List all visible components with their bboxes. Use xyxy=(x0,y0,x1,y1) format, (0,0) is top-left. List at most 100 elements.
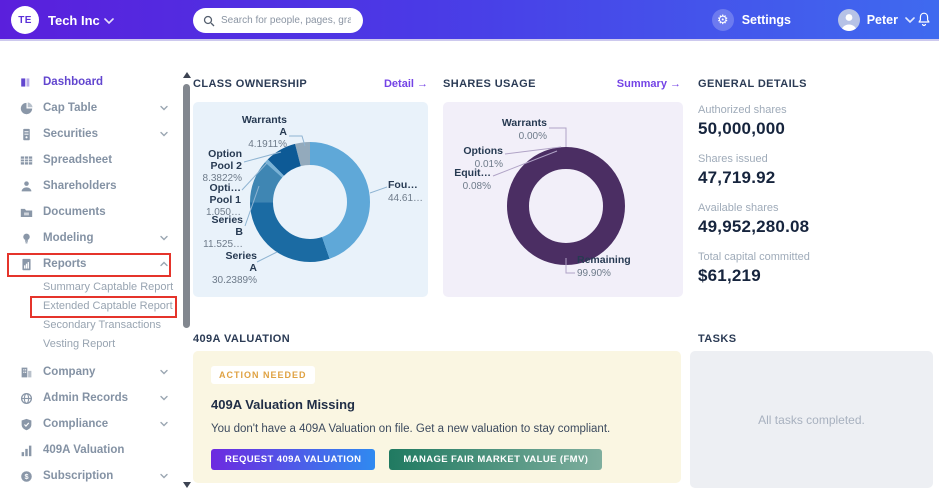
settings-button[interactable]: ⚙ Settings xyxy=(712,9,791,31)
detail-label: Authorized shares xyxy=(698,104,933,116)
class-ownership-panel: Warrants A 4.1911% Option Pool 2 8.3822%… xyxy=(193,102,428,297)
search-icon xyxy=(203,15,215,27)
sidebar-subitem-label: Secondary Transactions xyxy=(43,319,161,331)
callout-value: 44.61… xyxy=(388,193,423,205)
scroll-down-arrow[interactable] xyxy=(183,482,191,488)
detail-label: Available shares xyxy=(698,202,933,214)
sidebar-item-label: Shareholders xyxy=(43,180,168,192)
request-409a-valuation-button[interactable]: REQUEST 409A VALUATION xyxy=(211,449,375,470)
scroll-up-arrow[interactable] xyxy=(183,72,191,78)
dollar-coin-icon: $ xyxy=(20,470,33,483)
callout-label: Options xyxy=(463,146,503,158)
sidebar-item-admin-records[interactable]: Admin Records xyxy=(0,385,182,411)
sidebar-item-cap-table[interactable]: Cap Table xyxy=(0,95,182,121)
sidebar-item-spreadsheet[interactable]: Spreadsheet xyxy=(0,147,182,173)
valuation-body-text: You don't have a 409A Valuation on file.… xyxy=(211,423,663,435)
sidebar-item-securities[interactable]: Securities xyxy=(0,121,182,147)
detail-label: Shares issued xyxy=(698,153,933,165)
class-ownership-detail-link[interactable]: Detail → xyxy=(384,78,428,90)
svg-text:$: $ xyxy=(24,471,28,480)
sidebar-item-label: 409A Valuation xyxy=(43,444,168,456)
settings-label: Settings xyxy=(742,13,791,27)
chevron-down-icon xyxy=(160,234,168,242)
callout-series-a: Series A 30.2389% xyxy=(212,251,257,287)
sidebar-item-label: Reports xyxy=(43,258,160,270)
callout-founders: Fou… 44.61… xyxy=(388,180,423,204)
sidebar-scrollbar[interactable] xyxy=(181,41,193,490)
tasks-section-title: TASKS xyxy=(698,333,736,345)
valuation-section-title: 409A VALUATION xyxy=(193,333,290,345)
sidebar-item-dashboard[interactable]: Dashboard xyxy=(0,69,182,95)
sidebar-item-documents[interactable]: Documents xyxy=(0,199,182,225)
person-icon xyxy=(20,180,33,193)
callout-equity: Equit… 0.08% xyxy=(454,168,491,192)
detail-row: Shares issued 47,719.92 xyxy=(698,153,933,188)
notification-bell-icon[interactable] xyxy=(916,11,932,28)
sidebar-item-extended-captable-report[interactable]: Extended Captable Report xyxy=(0,296,182,315)
dashboard-icon xyxy=(20,76,33,89)
report-icon xyxy=(20,258,33,271)
action-needed-badge: ACTION NEEDED xyxy=(211,366,315,384)
sidebar-item-label: Dashboard xyxy=(43,76,168,88)
callout-value: 30.2389% xyxy=(212,275,257,287)
sidebar-item-label: Securities xyxy=(43,128,160,140)
callout-label: Pool 2 xyxy=(203,161,242,173)
callout-series-b: Series B 11.525… xyxy=(203,215,243,251)
callout-label: A xyxy=(212,263,257,275)
callout-label: Equit… xyxy=(454,168,491,180)
chevron-down-icon xyxy=(160,104,168,112)
sidebar-item-409a-valuation[interactable]: 409A Valuation xyxy=(0,437,182,463)
user-name: Peter xyxy=(867,13,898,27)
manage-fmv-button[interactable]: MANAGE FAIR MARKET VALUE (FMV) xyxy=(389,449,602,470)
sidebar-item-label: Documents xyxy=(43,206,168,218)
spreadsheet-icon xyxy=(20,154,33,167)
callout-value: 0.00% xyxy=(502,131,547,143)
sidebar-item-label: Subscription xyxy=(43,470,160,482)
callout-label: Fou… xyxy=(388,180,423,192)
sidebar-item-label: Company xyxy=(43,366,160,378)
detail-value: 50,000,000 xyxy=(698,119,933,139)
top-bar: TE Tech Inc ⚙ Settings Peter xyxy=(0,0,939,41)
detail-row: Available shares 49,952,280.08 xyxy=(698,202,933,237)
chevron-down-icon xyxy=(905,16,915,24)
detail-value: 47,719.92 xyxy=(698,168,933,188)
sidebar-item-shareholders[interactable]: Shareholders xyxy=(0,173,182,199)
search-bar[interactable] xyxy=(193,8,363,33)
avatar xyxy=(838,9,860,31)
scrollbar-thumb[interactable] xyxy=(183,84,190,328)
search-input[interactable] xyxy=(221,15,351,26)
callout-value: 99.90% xyxy=(577,268,631,280)
user-menu[interactable]: Peter xyxy=(838,9,915,31)
callout-label: Series xyxy=(203,215,243,227)
sidebar-item-secondary-transactions[interactable]: Secondary Transactions xyxy=(0,315,182,334)
callout-label: Opti… xyxy=(206,183,241,195)
sidebar-item-subscription[interactable]: $ Subscription xyxy=(0,463,182,489)
lightbulb-icon xyxy=(20,232,33,245)
sidebar-item-summary-captable-report[interactable]: Summary Captable Report xyxy=(0,277,182,296)
gear-icon: ⚙ xyxy=(712,9,734,31)
shares-usage-summary-link[interactable]: Summary → xyxy=(617,78,681,90)
company-name[interactable]: Tech Inc xyxy=(48,13,100,28)
globe-icon xyxy=(20,392,33,405)
sidebar-item-label: Modeling xyxy=(43,232,160,244)
sidebar-item-reports[interactable]: Reports xyxy=(0,251,182,277)
sidebar-subitem-label: Vesting Report xyxy=(43,338,115,350)
sidebar-item-vesting-report[interactable]: Vesting Report xyxy=(0,334,182,353)
callout-label: B xyxy=(203,227,243,239)
callout-option-pool-2: Option Pool 2 8.3822% xyxy=(203,149,242,185)
callout-label: Remaining xyxy=(577,255,631,267)
shares-usage-donut-chart[interactable] xyxy=(443,102,683,297)
company-logo[interactable]: TE xyxy=(11,6,39,34)
sidebar-item-compliance[interactable]: Compliance xyxy=(0,411,182,437)
callout-label: Warrants xyxy=(502,118,547,130)
shares-usage-title: SHARES USAGE xyxy=(443,78,536,90)
tasks-empty-text: All tasks completed. xyxy=(758,413,865,427)
chevron-down-icon xyxy=(160,130,168,138)
chevron-down-icon[interactable] xyxy=(104,17,114,25)
sidebar-item-company[interactable]: Company xyxy=(0,359,182,385)
person-icon xyxy=(838,9,860,31)
sidebar-item-label: Spreadsheet xyxy=(43,154,168,166)
chevron-down-icon xyxy=(160,420,168,428)
chevron-down-icon xyxy=(160,368,168,376)
sidebar-item-modeling[interactable]: Modeling xyxy=(0,225,182,251)
